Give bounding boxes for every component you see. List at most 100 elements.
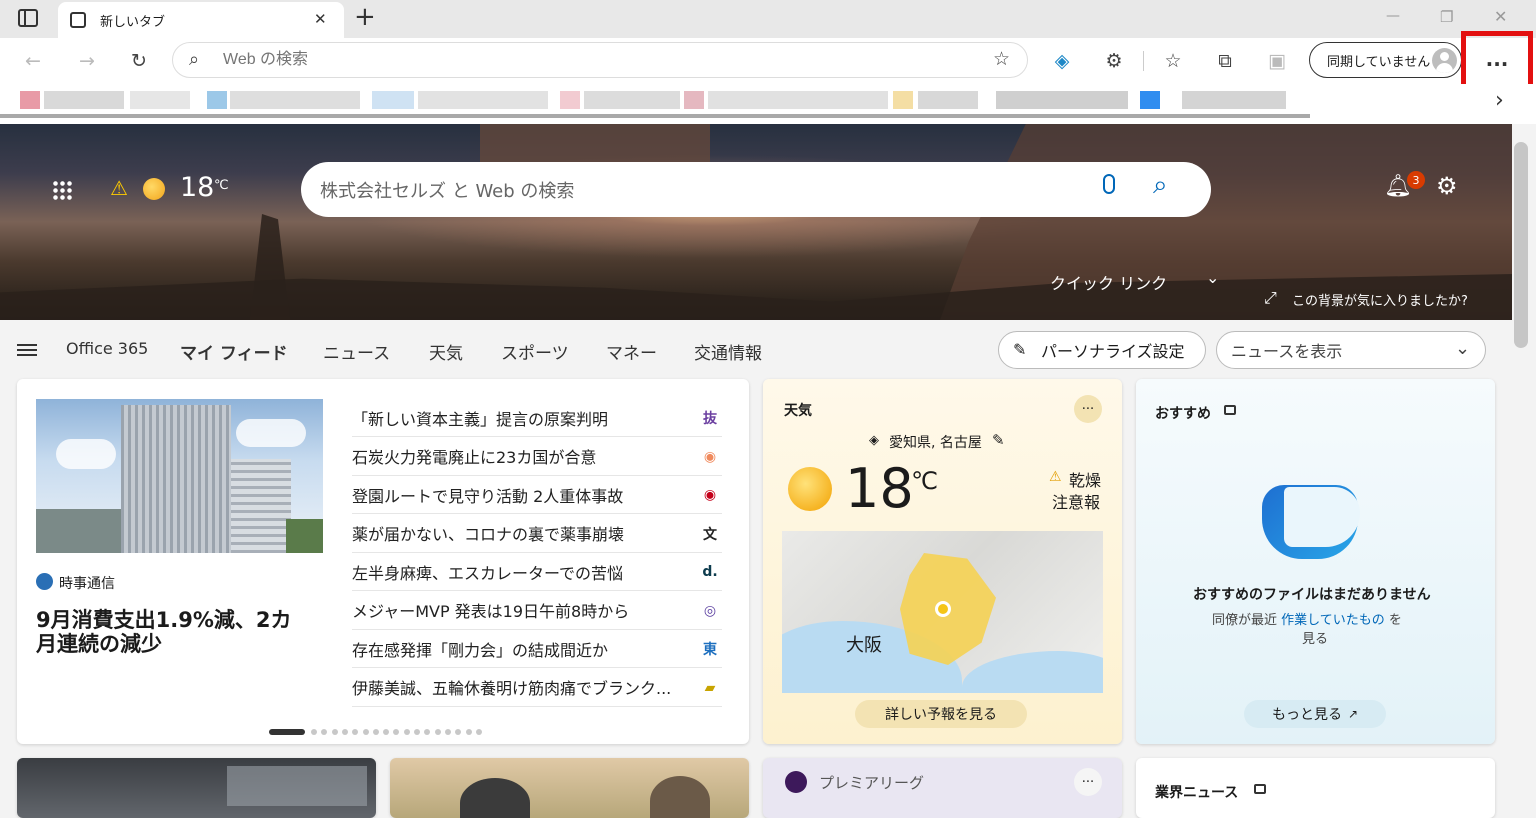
favorite-item[interactable] (1140, 91, 1160, 109)
carousel-dot[interactable] (362, 729, 369, 735)
source-logo-icon: d. (702, 564, 718, 580)
favorite-item[interactable] (418, 91, 548, 109)
favorite-item[interactable] (1182, 91, 1286, 109)
headline-item[interactable]: 存在感発揮「剛力会」の結成間近か 東 (352, 630, 722, 668)
toolbar: ← → ↻ ⌕ ☆ ◈ ⚙ ☆ ⧉ ▣ 同期していません (0, 38, 1536, 84)
favorite-item[interactable] (560, 91, 580, 109)
news-view-select[interactable]: ニュースを表示 ⌄ (1216, 331, 1486, 369)
settings-gear-icon[interactable]: ⚙ (1436, 172, 1458, 200)
tab-actions-icon[interactable] (18, 9, 38, 27)
carousel-dot[interactable] (372, 729, 379, 735)
weather-alert-2[interactable]: 注意報 (1052, 489, 1100, 513)
extensions-icon[interactable]: ⚙ (1097, 44, 1131, 78)
background-feedback[interactable]: この背景が気に入りましたか? (1292, 290, 1468, 309)
headline-item[interactable]: メジャーMVP 発表は19日午前8時から ◎ (352, 592, 722, 630)
restore-button[interactable]: ❐ (1440, 8, 1453, 26)
weather-location[interactable]: 愛知県, 名古屋 (889, 432, 982, 452)
tab-title: 新しいタブ (100, 15, 166, 30)
tab-new-tab[interactable]: 新しいタブ ✕ (58, 2, 344, 38)
carousel-dot[interactable] (414, 729, 420, 735)
carousel-dot[interactable] (475, 729, 482, 735)
shield-icon[interactable]: ◈ (1045, 44, 1079, 78)
recommended-desc-2: を (1388, 613, 1402, 628)
carousel-dot[interactable] (403, 729, 410, 735)
favorite-item[interactable] (684, 91, 704, 109)
headline-item[interactable]: 左半身麻痺、エスカレーターでの苦悩 d. (352, 553, 722, 591)
nav-news[interactable]: ニュース (323, 339, 390, 364)
scrollbar-thumb[interactable] (1514, 142, 1528, 348)
minimize-button[interactable]: — (1386, 8, 1400, 24)
news-image-building[interactable] (36, 399, 323, 553)
favorite-item[interactable] (584, 91, 680, 109)
headline-item[interactable]: 薬が届かない、コロナの裏で薬事崩壊 文 (352, 515, 722, 553)
forecast-button[interactable]: 詳しい予報を見る (855, 700, 1027, 728)
favorite-item[interactable] (230, 91, 360, 109)
carousel-dot[interactable] (465, 729, 472, 735)
favorite-item[interactable] (918, 91, 978, 109)
recommended-link[interactable]: 作業していたもの (1281, 613, 1385, 628)
back-icon[interactable]: ← (16, 44, 50, 78)
favorite-item[interactable] (44, 91, 124, 109)
headline-item[interactable]: 石炭火力発電廃止に23カ国が合意 ◉ (352, 438, 722, 476)
favorite-item[interactable] (708, 91, 888, 109)
carousel-dot[interactable] (311, 729, 317, 735)
nav-office365[interactable]: Office 365 (66, 339, 148, 358)
top-story-headline[interactable]: 9月消費支出1.9%減、2カ月連続の減少 (36, 608, 311, 656)
news-card-bottom-1[interactable] (17, 758, 376, 818)
carousel-dot[interactable] (434, 729, 441, 735)
nav-traffic[interactable]: 交通情報 (694, 339, 762, 364)
map-label-osaka: 大阪 (846, 635, 882, 656)
address-bar[interactable]: ⌕ ☆ (172, 42, 1028, 78)
address-input[interactable] (223, 49, 943, 71)
personalize-button[interactable]: ✎ パーソナライズ設定 (998, 331, 1206, 369)
menu-icon[interactable] (17, 344, 37, 356)
apps-grid-icon[interactable] (52, 180, 72, 200)
carousel-dot[interactable] (331, 729, 338, 735)
headline-item[interactable]: 「新しい資本主義」提言の原案判明 抜 (352, 399, 722, 437)
chevron-down-icon[interactable]: ⌄ (1206, 268, 1219, 287)
headline-item[interactable]: 伊藤美誠、五輪休養明け筋肉痛でブランク... ▰ (352, 669, 722, 707)
nav-sports[interactable]: スポーツ (501, 339, 569, 364)
weather-title[interactable]: 天気 (784, 400, 812, 420)
nav-weather[interactable]: 天気 (429, 339, 463, 364)
favorite-item[interactable] (372, 91, 414, 109)
carousel-dot[interactable] (341, 729, 348, 735)
new-tab-button[interactable]: + (354, 2, 376, 32)
refresh-icon[interactable]: ↻ (122, 44, 156, 78)
lock-icon (1224, 405, 1236, 415)
news-card-bottom-2[interactable] (390, 758, 749, 818)
industry-news-title[interactable]: 業界ニュース (1155, 782, 1238, 802)
carousel-dot[interactable] (444, 729, 451, 735)
nav-money[interactable]: マネー (606, 339, 657, 364)
search-box[interactable]: 株式会社セルズ と Web の検索 ⌕ (301, 162, 1211, 217)
favorite-item[interactable] (130, 91, 190, 109)
favorites-next-icon[interactable]: › (1495, 88, 1504, 113)
favorite-item[interactable] (20, 91, 40, 109)
carousel-dot-active[interactable] (269, 729, 305, 735)
premier-league-title[interactable]: プレミアリーグ (819, 772, 924, 793)
sync-button[interactable]: 同期していません (1309, 42, 1462, 78)
headline-item[interactable]: 登園ルートで見守り活動 2人重体事故 ◉ (352, 476, 722, 514)
app-icon[interactable]: ▣ (1260, 44, 1294, 78)
collections-icon[interactable]: ⧉ (1208, 44, 1242, 78)
microphone-icon[interactable] (1103, 174, 1115, 194)
search-icon[interactable]: ⌕ (1153, 170, 1168, 201)
weather-map[interactable]: 大阪 (782, 531, 1103, 693)
favorite-item[interactable] (996, 91, 1128, 109)
add-favorite-icon[interactable]: ☆ (993, 48, 1010, 70)
favorite-item[interactable] (893, 91, 913, 109)
edit-location-icon[interactable]: ✎ (992, 431, 1005, 449)
hero-temperature[interactable]: 18 (180, 172, 214, 203)
favorites-icon[interactable]: ☆ (1156, 44, 1190, 78)
see-more-button[interactable]: もっと見る ↗ (1244, 700, 1386, 728)
nav-my-feed[interactable]: マイ フィード (180, 339, 288, 364)
premier-menu-button[interactable]: ··· (1074, 768, 1102, 796)
favorite-item[interactable] (207, 91, 227, 109)
expand-icon[interactable]: ⤢ (1264, 288, 1277, 308)
weather-alert-1[interactable]: 乾燥 (1069, 467, 1101, 491)
tab-close-icon[interactable]: ✕ (314, 10, 327, 28)
weather-menu-button[interactable]: ··· (1074, 395, 1102, 423)
close-window-button[interactable]: ✕ (1494, 7, 1507, 26)
forward-icon[interactable]: → (70, 44, 104, 78)
quick-links-toggle[interactable]: クイック リンク (1050, 270, 1167, 294)
